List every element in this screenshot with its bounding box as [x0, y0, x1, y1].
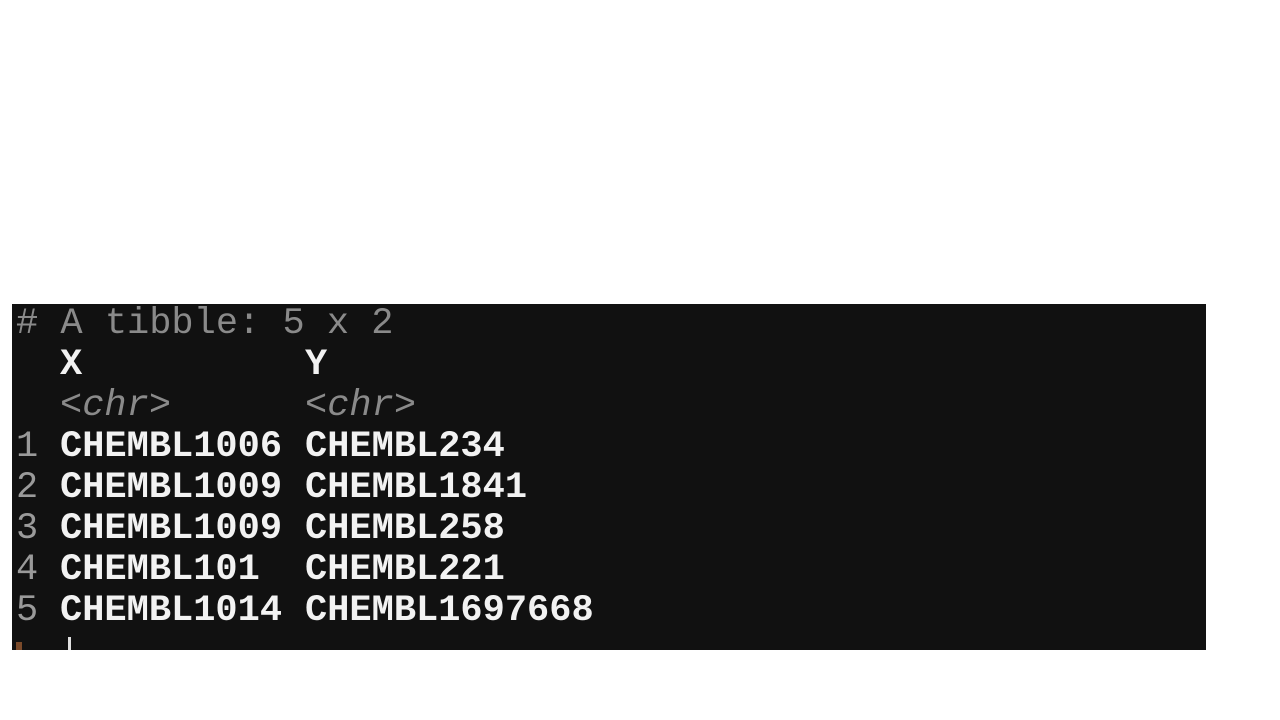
r-console-output[interactable]: # A tibble: 5 x 2 XY <chr> <chr> 1 CHEMBL1…: [12, 304, 1206, 650]
column-names-row: XY: [16, 345, 1206, 386]
column-name-y: Y: [305, 344, 328, 386]
prompt-icon: [16, 642, 22, 650]
table-row: 1 CHEMBL1006 CHEMBL234: [16, 427, 1206, 468]
row-index: 1: [16, 426, 39, 468]
table-row: 4 CHEMBL101 CHEMBL221: [16, 550, 1206, 591]
table-row: 5 CHEMBL1014 CHEMBL1697668: [16, 591, 1206, 632]
column-types-row: <chr> <chr>: [16, 386, 1206, 427]
row-index: 2: [16, 467, 39, 509]
table-row: 2 CHEMBL1009 CHEMBL1841: [16, 468, 1206, 509]
row-index: 5: [16, 590, 39, 632]
cell-y: CHEMBL258: [305, 508, 505, 550]
column-name-x: X: [60, 344, 83, 386]
cell-x: CHEMBL101: [60, 549, 260, 591]
column-type-y: <chr>: [305, 385, 417, 427]
row-index: 3: [16, 508, 39, 550]
tibble-header: # A tibble: 5 x 2: [16, 303, 394, 345]
cell-x: CHEMBL1006: [60, 426, 283, 468]
cell-x: CHEMBL1009: [60, 508, 283, 550]
cell-y: CHEMBL221: [305, 549, 505, 591]
table-row: 3 CHEMBL1009 CHEMBL258: [16, 509, 1206, 550]
cell-y: CHEMBL234: [305, 426, 505, 468]
row-index: 4: [16, 549, 39, 591]
cell-y: CHEMBL1697668: [305, 590, 594, 632]
cell-x: CHEMBL1014: [60, 590, 283, 632]
cell-x: CHEMBL1009: [60, 467, 283, 509]
text-cursor[interactable]: [68, 637, 71, 650]
cell-y: CHEMBL1841: [305, 467, 528, 509]
column-type-x: <chr>: [60, 385, 172, 427]
